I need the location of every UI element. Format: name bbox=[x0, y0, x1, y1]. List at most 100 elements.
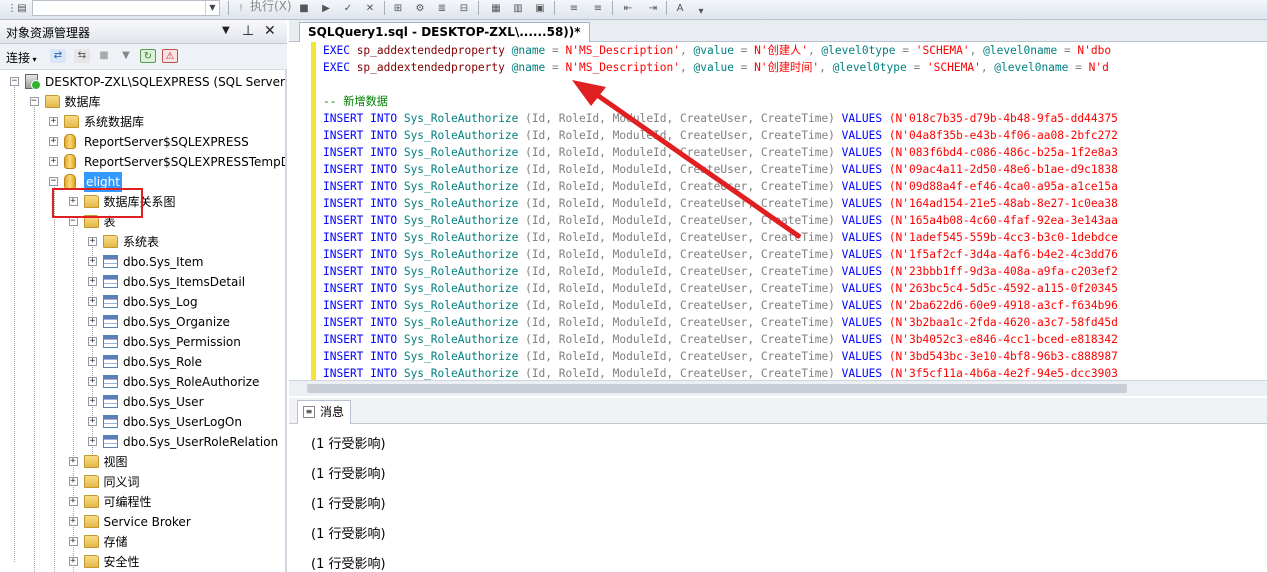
code-token: N'创建人' bbox=[754, 44, 808, 57]
tree-node[interactable]: + dbo.Sys_User bbox=[0, 392, 285, 412]
tree-node[interactable]: + 存储 bbox=[0, 532, 285, 552]
include-plan-icon[interactable]: ⊟ bbox=[456, 1, 472, 16]
toolbar-separator bbox=[384, 1, 385, 15]
toolbar-overflow-icon[interactable]: ▾ bbox=[693, 4, 709, 19]
expand-icon[interactable]: + bbox=[68, 457, 78, 466]
increase-indent-icon[interactable]: ⇥ bbox=[645, 1, 661, 16]
comment-icon[interactable]: ≡ bbox=[566, 1, 582, 16]
collapse-icon[interactable]: − bbox=[10, 77, 19, 86]
tree-node[interactable]: + 视图 bbox=[0, 452, 285, 472]
collapse-icon[interactable]: − bbox=[68, 217, 78, 226]
query-plan-icon[interactable]: ⊞ bbox=[390, 1, 406, 16]
expand-icon[interactable]: + bbox=[88, 357, 97, 366]
code-token: VALUES bbox=[841, 367, 889, 380]
tree-node[interactable]: + Service Broker bbox=[0, 512, 285, 532]
tree-node[interactable]: + dbo.Sys_Role bbox=[0, 352, 285, 372]
tree-node[interactable]: + 同义词 bbox=[0, 472, 285, 492]
expand-icon[interactable]: + bbox=[68, 477, 78, 486]
tree-node-label: Service Broker bbox=[103, 515, 191, 529]
editor-horizontal-scrollbar[interactable] bbox=[289, 380, 1267, 396]
execute-button[interactable]: 执行(X) bbox=[250, 0, 292, 14]
expand-icon[interactable]: + bbox=[88, 417, 97, 426]
code-token: , bbox=[680, 61, 694, 74]
expand-icon[interactable]: + bbox=[88, 297, 97, 306]
refresh-icon[interactable]: ↻ bbox=[140, 49, 156, 63]
tab-sqlquery1[interactable]: SQLQuery1.sql - DESKTOP-ZXL\......58))* bbox=[299, 22, 590, 42]
scrollbar-thumb[interactable] bbox=[307, 384, 1127, 393]
expand-icon[interactable]: + bbox=[88, 377, 97, 386]
tree-node[interactable]: + ReportServer$SQLEXPRESSTempD bbox=[0, 152, 285, 172]
connect-button[interactable]: 连接 ▾ bbox=[6, 49, 37, 66]
expand-icon[interactable]: + bbox=[68, 517, 78, 526]
expand-icon[interactable]: + bbox=[88, 277, 97, 286]
expand-icon[interactable]: + bbox=[68, 537, 78, 546]
query-options-icon[interactable]: ⚙ bbox=[412, 1, 428, 16]
code-token: (Id, RoleId, ModuleId, CreateUser, Creat… bbox=[525, 248, 842, 261]
cancel-query-icon[interactable]: ✕ bbox=[362, 1, 378, 16]
parse-icon[interactable]: ✓ bbox=[340, 1, 356, 16]
table-icon bbox=[103, 355, 118, 368]
expand-icon[interactable]: + bbox=[88, 397, 97, 406]
specify-values-icon[interactable]: A bbox=[672, 1, 688, 16]
chevron-down-icon[interactable]: ▼ bbox=[205, 1, 219, 15]
tree-node[interactable]: − 数据库 bbox=[0, 92, 285, 112]
code-line-insert: INSERT INTO Sys_RoleAuthorize (Id, RoleI… bbox=[323, 263, 1118, 280]
code-token: INSERT INTO bbox=[323, 367, 404, 380]
execute-icon[interactable]: ! bbox=[233, 1, 249, 16]
disconnect-icon[interactable]: ⇆ bbox=[74, 49, 90, 63]
tree-node[interactable]: + dbo.Sys_Item bbox=[0, 252, 285, 272]
code-token: (Id, RoleId, ModuleId, CreateUser, Creat… bbox=[525, 129, 842, 142]
expand-icon[interactable]: + bbox=[88, 337, 97, 346]
tree-node[interactable]: + dbo.Sys_UserRoleRelation bbox=[0, 432, 285, 452]
expand-icon[interactable]: + bbox=[49, 117, 58, 126]
tree-node[interactable]: + 安全性 bbox=[0, 552, 285, 572]
sql-editor[interactable]: EXEC sp_addextendedproperty @name = N'MS… bbox=[289, 42, 1267, 380]
results-to-text-icon[interactable]: ▦ bbox=[488, 1, 504, 16]
uncomment-icon[interactable]: ≡ bbox=[590, 1, 606, 16]
collapse-icon[interactable]: − bbox=[29, 97, 39, 106]
database-selector-combo[interactable]: ▼ bbox=[32, 0, 220, 16]
filter-icon[interactable]: ▼ bbox=[118, 49, 134, 63]
expand-icon[interactable]: + bbox=[68, 557, 78, 566]
code-token: N'MS_Description' bbox=[565, 44, 681, 57]
code-token: 'SCHEMA' bbox=[915, 44, 970, 57]
debug-icon[interactable]: ▶ bbox=[318, 1, 334, 16]
tab-messages[interactable]: ≡ 消息 bbox=[297, 400, 351, 424]
connect-object-explorer-icon[interactable]: ⇄ bbox=[50, 49, 66, 63]
results-to-file-icon[interactable]: ▣ bbox=[532, 1, 548, 16]
tree-node[interactable]: + 可编程性 bbox=[0, 492, 285, 512]
tree-node[interactable]: + dbo.Sys_RoleAuthorize bbox=[0, 372, 285, 392]
expand-icon[interactable]: + bbox=[88, 317, 97, 326]
tree-node[interactable]: + ReportServer$SQLEXPRESS bbox=[0, 132, 285, 152]
tree-node[interactable]: − DESKTOP-ZXL\SQLEXPRESS (SQL Server 1 bbox=[0, 72, 285, 92]
tree-node-label: dbo.Sys_UserLogOn bbox=[123, 415, 242, 429]
stop-icon[interactable]: ■ bbox=[296, 1, 312, 16]
code-token: INSERT INTO bbox=[323, 350, 404, 363]
activity-monitor-icon[interactable]: ⚠ bbox=[162, 49, 178, 63]
expand-icon[interactable]: + bbox=[68, 497, 78, 506]
tree-node[interactable]: + dbo.Sys_Log bbox=[0, 292, 285, 312]
tree-node[interactable]: + 系统数据库 bbox=[0, 112, 285, 132]
pin-icon[interactable]: ⊥ bbox=[242, 22, 254, 40]
tree-node[interactable]: + dbo.Sys_Permission bbox=[0, 332, 285, 352]
tree-node[interactable]: + dbo.Sys_Organize bbox=[0, 312, 285, 332]
expand-icon[interactable]: + bbox=[88, 257, 97, 266]
database-selector-icon[interactable]: ▤ bbox=[14, 1, 30, 16]
expand-icon[interactable]: + bbox=[49, 137, 58, 146]
code-token: (N'018c7b35-d79b-4b48-9fa5-dd44375 bbox=[888, 112, 1118, 125]
expand-icon[interactable]: + bbox=[49, 157, 58, 166]
close-icon[interactable]: ✕ bbox=[264, 22, 276, 40]
code-token: Sys_RoleAuthorize bbox=[403, 146, 526, 159]
tree-node[interactable]: + dbo.Sys_ItemsDetail bbox=[0, 272, 285, 292]
collapse-icon[interactable]: − bbox=[49, 177, 58, 186]
code-token: , bbox=[980, 61, 995, 74]
expand-icon[interactable]: + bbox=[88, 437, 97, 446]
window-position-icon[interactable]: ▼ bbox=[222, 22, 230, 40]
results-to-grid-icon[interactable]: ▥ bbox=[510, 1, 526, 16]
tree-node[interactable]: + dbo.Sys_UserLogOn bbox=[0, 412, 285, 432]
intellisense-icon[interactable]: ≣ bbox=[434, 1, 450, 16]
stop-icon[interactable]: ■ bbox=[96, 49, 112, 63]
expand-icon[interactable]: + bbox=[88, 237, 97, 246]
tree-node[interactable]: + 系统表 bbox=[0, 232, 285, 252]
decrease-indent-icon[interactable]: ⇤ bbox=[620, 1, 636, 16]
